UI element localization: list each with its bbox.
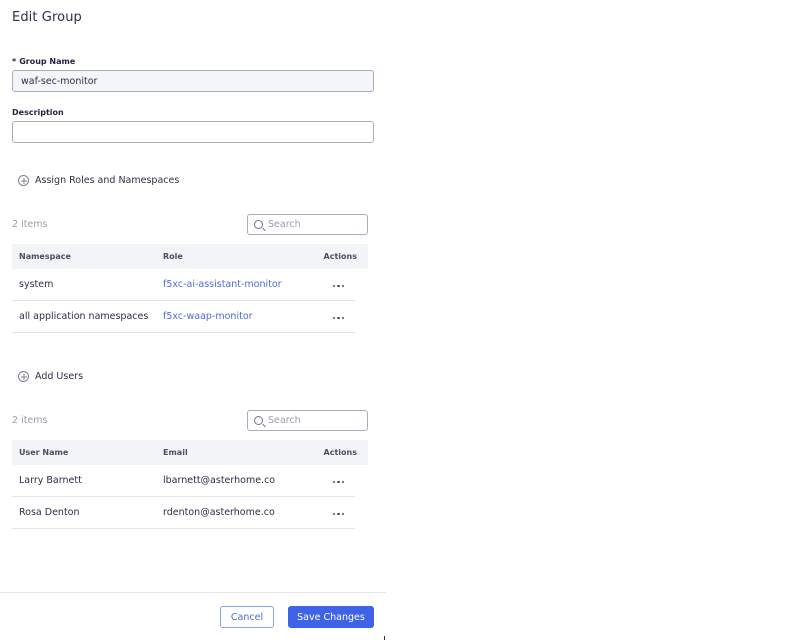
footer-divider (0, 592, 386, 593)
table-row: all application namespaces f5xc-waap-mon… (12, 301, 355, 333)
group-name-label-text: Group Name (19, 57, 76, 66)
roles-search-input[interactable]: Search (247, 214, 368, 235)
group-name-field[interactable]: waf-sec-monitor (12, 70, 374, 92)
add-users-label: Add Users (35, 371, 84, 382)
search-icon (254, 220, 263, 229)
add-users-button[interactable]: Add Users (18, 371, 83, 382)
save-changes-button[interactable]: Save Changes (288, 606, 374, 628)
users-table: User Name Email Actions Larry Barnett lb… (12, 440, 368, 529)
description-field[interactable] (12, 121, 374, 143)
role-link[interactable]: f5xc-ai-assistant-monitor (163, 279, 314, 290)
more-actions-icon[interactable] (314, 480, 344, 483)
namespace-cell: all application namespaces (19, 311, 149, 322)
column-header-actions: Actions (323, 252, 357, 261)
assign-roles-label: Assign Roles and Namespaces (35, 175, 180, 186)
panel-edge-mark (384, 636, 385, 640)
users-search-placeholder: Search (268, 415, 301, 426)
roles-table-header: Namespace Role Actions (12, 244, 368, 269)
roles-table: Namespace Role Actions system f5xc-ai-as… (12, 244, 368, 333)
plus-circle-icon (18, 371, 29, 382)
namespace-cell: system (19, 279, 54, 290)
description-label: Description (12, 108, 64, 117)
group-name-label: * Group Name (12, 57, 75, 66)
user-name-cell: Larry Barnett (19, 475, 82, 486)
column-header-namespace: Namespace (19, 252, 71, 261)
page-title: Edit Group (12, 10, 82, 25)
table-row: Rosa Denton rdenton@asterhome.co (12, 497, 355, 529)
roles-search-placeholder: Search (268, 219, 301, 230)
email-cell: lbarnett@asterhome.co (163, 475, 276, 486)
more-actions-icon[interactable] (314, 316, 344, 319)
table-row: Larry Barnett lbarnett@asterhome.co (12, 465, 355, 497)
users-count: 2 items (12, 415, 48, 426)
plus-circle-icon (18, 175, 29, 186)
more-actions-icon[interactable] (314, 512, 344, 515)
column-header-user-name: User Name (19, 448, 69, 457)
column-header-email: Email (163, 448, 188, 457)
search-icon (254, 416, 263, 425)
roles-count: 2 items (12, 219, 48, 230)
column-header-actions: Actions (323, 448, 357, 457)
email-cell: rdenton@asterhome.co (163, 507, 275, 518)
assign-roles-button[interactable]: Assign Roles and Namespaces (18, 175, 179, 186)
edit-group-panel: Edit Group * Group Name waf-sec-monitor D… (0, 0, 386, 640)
table-row: system f5xc-ai-assistant-monitor (12, 269, 355, 301)
more-actions-icon[interactable] (314, 284, 344, 287)
users-table-header: User Name Email Actions (12, 440, 368, 465)
cancel-button[interactable]: Cancel (220, 606, 274, 628)
role-link[interactable]: f5xc-waap-monitor (163, 311, 314, 322)
required-mark: * (12, 57, 17, 66)
column-header-role: Role (163, 252, 183, 261)
users-search-input[interactable]: Search (247, 410, 368, 431)
user-name-cell: Rosa Denton (19, 507, 80, 518)
